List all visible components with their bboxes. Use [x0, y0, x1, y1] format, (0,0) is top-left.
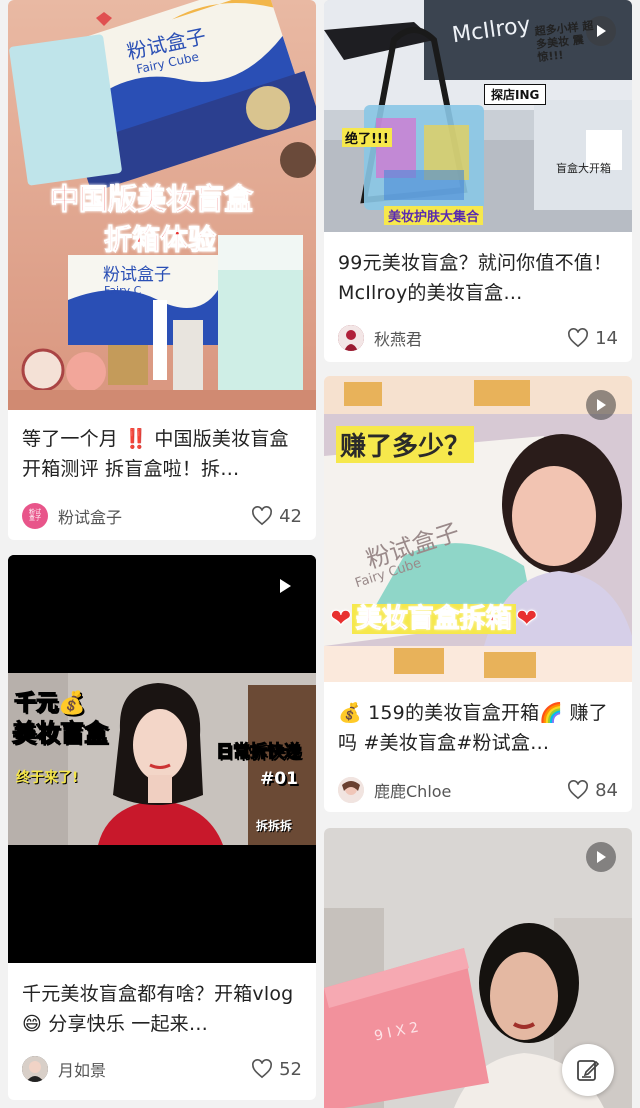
note-meta: 鹿鹿Chloe 84: [338, 776, 618, 804]
author-name[interactable]: 月如景: [58, 1057, 251, 1081]
note-card[interactable]: 赚了多少？ 粉试盒子 Fairy Cube ❤ 美妆盲盒拆箱 ❤ 💰 159的美妆盲…: [324, 376, 632, 812]
heart-icon: [252, 1059, 273, 1079]
avatar[interactable]: [338, 325, 364, 351]
author-name[interactable]: 秋燕君: [374, 326, 567, 350]
thumbnail-box-sub-2: Fairy C: [104, 284, 142, 297]
like-button[interactable]: 42: [251, 506, 302, 527]
thumbnail-text-l2: 美妆盲盒: [12, 719, 109, 748]
note-thumbnail[interactable]: 赚了多少？ 粉试盒子 Fairy Cube ❤ 美妆盲盒拆箱 ❤: [324, 376, 632, 682]
author-name[interactable]: 鹿鹿Chloe: [374, 778, 567, 802]
like-count: 52: [279, 1058, 302, 1080]
avatar-image: [22, 1056, 48, 1082]
note-card[interactable]: 千元💰 美妆盲盒 终于来了! 日常拆快递 #01 拆拆拆 千元美妆盲盒都有啥？开…: [8, 555, 316, 1100]
heart-icon: ❤: [515, 604, 538, 635]
thumbnail-banner-text: 美妆盲盒拆箱: [351, 604, 516, 635]
avatar[interactable]: 粉试盒子: [22, 503, 48, 529]
thumbnail-question: 赚了多少？: [336, 426, 475, 463]
thumbnail-text-r2: #01: [260, 769, 298, 789]
video-indicator: [270, 571, 300, 601]
like-count: 84: [595, 779, 618, 801]
like-count: 14: [595, 327, 618, 349]
avatar-text: 粉试盒子: [28, 509, 41, 522]
video-indicator: [586, 390, 616, 420]
play-icon: [597, 399, 606, 411]
thumbnail-bottom-caption: 美妆护肤大集合: [384, 206, 484, 225]
avatar-image: [338, 325, 364, 351]
thumbnail-text-r3: 拆拆拆: [256, 819, 293, 833]
like-button[interactable]: 52: [251, 1059, 302, 1080]
compose-button[interactable]: [562, 1044, 614, 1096]
thumbnail-note: 超多小样 超多美妆 震惊!!!: [534, 19, 595, 65]
avatar[interactable]: [22, 1056, 48, 1082]
heart-icon: [568, 780, 589, 800]
note-thumbnail[interactable]: 千元💰 美妆盲盒 终于来了! 日常拆快递 #01 拆拆拆: [8, 555, 316, 963]
note-meta: 月如景 52: [22, 1055, 302, 1083]
note-title[interactable]: 千元美妆盲盒都有啥？开箱vlog 😄 分享快乐 一起来…: [22, 979, 306, 1039]
like-button[interactable]: 14: [567, 328, 618, 349]
thumbnail-text-r1: 日常拆快递: [216, 742, 302, 763]
note-card[interactable]: McIlroy 超多小样 超多美妆 震惊!!! 探店ING 绝了!!! 美妆护肤…: [324, 0, 632, 362]
note-title[interactable]: 等了一个月 ‼️ 中国版美妆盲盒开箱测评 拆盲盒啦！拆…: [22, 424, 306, 484]
note-title[interactable]: 99元美妆盲盒？就问你值不值！ McIlroy的美妆盲盒…: [338, 248, 622, 308]
avatar[interactable]: [338, 777, 364, 803]
thumbnail-headline-2: 折箱体验: [103, 223, 217, 257]
heart-icon: [568, 328, 589, 348]
thumbnail-corner-label: 盲盒大开箱: [556, 162, 611, 175]
thumbnail-banner: ❤ 美妆盲盒拆箱 ❤: [330, 598, 539, 635]
author-name[interactable]: 粉试盒子: [58, 504, 251, 528]
note-meta: 秋燕君 14: [338, 324, 618, 352]
like-button[interactable]: 84: [567, 780, 618, 801]
heart-icon: ❤: [330, 604, 353, 635]
thumbnail-wow: 绝了!!!: [342, 128, 392, 147]
like-count: 42: [279, 505, 302, 527]
note-thumbnail[interactable]: McIlroy 超多小样 超多美妆 震惊!!! 探店ING 绝了!!! 美妆护肤…: [324, 0, 632, 232]
play-icon: [597, 851, 606, 863]
heart-icon: [252, 506, 273, 526]
video-indicator: [586, 842, 616, 872]
avatar-image: [338, 777, 364, 803]
thumbnail-text-l3: 终于来了!: [16, 770, 79, 786]
note-title[interactable]: 💰 159的美妆盲盒开箱🌈 赚了吗 #美妆盲盒#粉试盒…: [338, 698, 622, 758]
thumbnail-tag: 探店ING: [484, 84, 547, 105]
note-card[interactable]: 粉试盒子 Fairy Cube 中国版美妆盲盒 折箱体验 粉试盒子 Fairy …: [8, 0, 316, 540]
play-icon: [280, 579, 291, 593]
edit-icon: [577, 1060, 600, 1081]
thumbnail-image: [324, 376, 632, 682]
note-meta: 粉试盒子 粉试盒子 42: [22, 502, 302, 530]
note-thumbnail[interactable]: 粉试盒子 Fairy Cube 中国版美妆盲盒 折箱体验 粉试盒子 Fairy …: [8, 0, 316, 410]
thumbnail-headline-1: 中国版美妆盲盒: [49, 182, 254, 217]
thumbnail-box-brand-2: 粉试盒子: [103, 265, 171, 285]
